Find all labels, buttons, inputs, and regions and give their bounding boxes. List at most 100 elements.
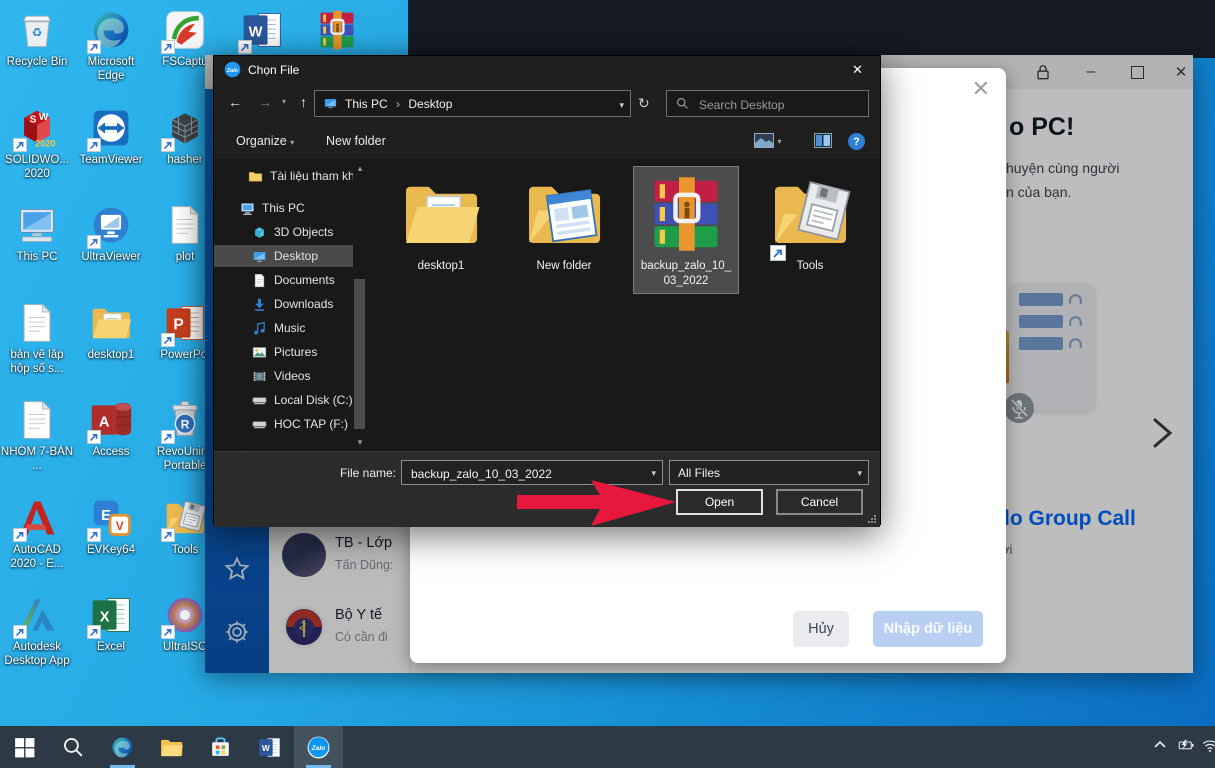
svg-text:A: A [99,414,110,430]
shortcut-arrow-icon [238,40,252,54]
edge-icon [110,735,135,760]
desktop-icon-recycle-bin[interactable]: ♻Recycle Bin [0,8,74,69]
forward-icon[interactable]: → [258,95,272,109]
open-button[interactable]: Open [676,489,763,515]
edge-icon [89,8,133,52]
desktop-icon-item[interactable]: W [225,8,299,52]
wifi-icon[interactable] [1199,736,1215,759]
search-input[interactable] [697,92,861,117]
preview-pane-icon[interactable] [814,133,832,151]
desktop-icon-label: bản vẽ lắp hộp số s... [0,348,74,377]
recent-locations-chevron-icon[interactable]: ▾ [282,98,286,106]
desktop-icon-nh-m-7-b-n[interactable]: NHÓM 7-BẢN ... [0,398,74,474]
taskbar-store-button[interactable] [196,726,245,768]
sidebar-scroll-up-icon[interactable]: ▴ [353,163,367,174]
address-dropdown-chevron-icon[interactable]: ▾ [619,100,624,111]
desktop-icon-label: TeamViewer [74,153,148,167]
breadcrumb-desktop[interactable]: Desktop [408,97,452,111]
file-name-combo[interactable]: ▾ [401,460,663,485]
sidebar-item-downloads[interactable]: Downloads [214,293,353,315]
sidebar-item-this-pc[interactable]: This PC [214,197,353,219]
new-folder-button[interactable]: New folder [326,134,386,148]
sidebar-item-music[interactable]: Music [214,317,353,339]
dialog-close-icon[interactable]: ✕ [835,56,880,83]
search-box[interactable] [666,90,869,117]
store-icon [208,735,233,760]
resize-grip[interactable] [867,514,877,524]
desktop-icon-access[interactable]: AAccess [74,398,148,459]
folder-small-icon [248,169,263,184]
desktop-icon-this-pc[interactable]: This PC [0,203,74,264]
views-button[interactable]: ▾ [754,133,782,148]
file-name-chevron-icon[interactable]: ▾ [651,468,656,479]
help-button[interactable]: ? [848,133,865,150]
revo-uninstaller-icon: R [163,398,207,442]
shortcut-arrow-icon [161,40,175,54]
back-icon[interactable]: ← [228,95,242,109]
file-name-input[interactable] [409,462,633,485]
modal-cancel-button[interactable]: Hủy [793,611,849,647]
desktop-icon-excel[interactable]: XExcel [74,593,148,654]
desktop-icon-evkey64[interactable]: EVEVKey64 [74,496,148,557]
desktop-icon-desktop1[interactable]: desktop1 [74,301,148,362]
evkey-icon: EV [89,496,133,540]
breadcrumb-this-pc[interactable]: This PC [345,97,388,111]
modal-close-icon[interactable]: ✕ [972,78,990,100]
svg-text:P: P [173,316,183,333]
taskbar-zalo-button[interactable]: Zalo [294,726,343,768]
desktop-icon-b-n-v-l-p-h-p-s-s[interactable]: bản vẽ lắp hộp số s... [0,301,74,377]
word-icon: W [240,8,284,52]
start-button[interactable] [0,726,49,768]
battery-charging-icon[interactable] [1173,736,1199,759]
dialog-cancel-button[interactable]: Cancel [776,489,863,515]
desktop-icon-autodesk-desktop-app[interactable]: Autodesk Desktop App [0,593,74,669]
taskbar-word-button[interactable]: W [245,726,294,768]
organize-menu[interactable]: Organize ▾ [236,134,294,148]
system-tray [1147,726,1215,768]
file-tile-tools[interactable]: Tools [758,167,862,293]
sidebar-item-t-i-li-u-tham-kh[interactable]: Tài liệu tham khả [214,165,353,187]
taskbar-search-button[interactable] [49,726,98,768]
desktop-icon-solidwo-2020[interactable]: SW2020SOLIDWO... 2020 [0,106,74,182]
refresh-icon[interactable]: ↻ [638,96,650,110]
sidebar-item-documents[interactable]: Documents [214,269,353,291]
shortcut-arrow-icon [770,245,786,261]
access-icon: A [89,398,133,442]
shortcut-arrow-icon [13,625,27,639]
file-type-chevron-icon[interactable]: ▾ [857,468,862,479]
desktop-icon-ultraviewer[interactable]: UltraViewer [74,203,148,264]
ultraiso-icon [163,593,207,637]
sidebar-item-videos[interactable]: Videos [214,365,353,387]
file-tile-new-folder[interactable]: New folder [512,167,616,293]
file-tile-backup-zalo-10-03-2022[interactable]: backup_zalo_10_03_2022 [634,167,738,293]
sidebar-scroll-down-icon[interactable]: ▾ [353,437,367,448]
tray-chevron-up-icon[interactable] [1147,736,1173,759]
desktop-icon-microsoft-edge[interactable]: Microsoft Edge [74,8,148,84]
desktop-small-icon [252,249,267,264]
up-icon[interactable]: ↑ [300,95,307,109]
svg-text:W: W [39,112,49,123]
folder-floppy-icon [768,172,852,256]
disk-drive-icon [252,393,267,408]
sidebar-item-label: Documents [274,273,335,287]
taskbar-explorer-button[interactable] [147,726,196,768]
file-type-value: All Files [678,466,720,480]
sidebar-scrollbar-thumb[interactable] [354,279,365,429]
document-icon [15,301,59,345]
desktop-icon-label: NHÓM 7-BẢN ... [0,445,74,474]
sidebar-item-3d-objects[interactable]: 3D Objects [214,221,353,243]
desktop-icon-teamviewer[interactable]: TeamViewer [74,106,148,167]
address-bar[interactable]: This PC › Desktop ▾ [314,90,631,117]
modal-import-button[interactable]: Nhập dữ liệu [873,611,983,647]
file-type-combo[interactable]: All Files ▾ [669,460,869,485]
sidebar-item-hoc-tap-f[interactable]: HOC TAP (F:) [214,413,353,435]
sidebar-item-pictures[interactable]: Pictures [214,341,353,363]
desktop-icon-item[interactable] [300,8,374,52]
file-tile-desktop1[interactable]: desktop1 [389,167,493,293]
sidebar-item-local-disk-c[interactable]: Local Disk (C:) [214,389,353,411]
music-note-icon [252,321,267,336]
desktop-icon-autocad-2020-e[interactable]: AutoCAD 2020 - E... [0,496,74,572]
sidebar-item-desktop[interactable]: Desktop [214,245,353,267]
svg-text:Zalo: Zalo [226,68,239,74]
taskbar-edge-button[interactable] [98,726,147,768]
